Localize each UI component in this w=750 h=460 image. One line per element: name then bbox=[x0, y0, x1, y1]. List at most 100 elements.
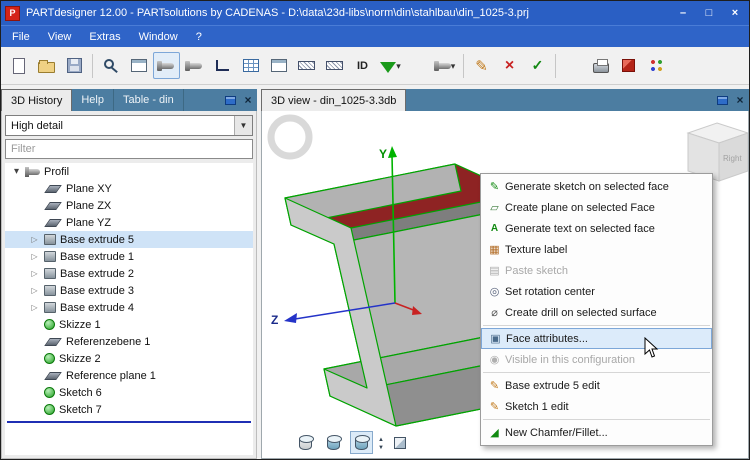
3d-viewport[interactable]: Y Z Right bbox=[261, 111, 749, 459]
menu-separator bbox=[483, 419, 710, 420]
main-toolbar: ID bbox=[1, 47, 749, 85]
sketch-editor-button[interactable] bbox=[153, 52, 180, 79]
menu-sketch-1-edit[interactable]: ✎Sketch 1 edit bbox=[481, 396, 712, 417]
tree-row-base-extrude-4[interactable]: Base extrude 4 bbox=[5, 299, 253, 316]
tree-row-sketch-7[interactable]: Sketch 7 bbox=[5, 401, 253, 418]
print-button[interactable] bbox=[587, 52, 614, 79]
detail-stepper[interactable] bbox=[378, 435, 384, 451]
dimension-button[interactable] bbox=[321, 52, 348, 79]
menu-file[interactable]: File bbox=[3, 28, 39, 46]
export-3d-button[interactable] bbox=[615, 52, 642, 79]
viewport-toolbar bbox=[294, 431, 412, 454]
tree-row-base-extrude-1[interactable]: Base extrude 1 bbox=[5, 248, 253, 265]
new-file-button[interactable] bbox=[5, 52, 32, 79]
expander-closed-icon[interactable] bbox=[29, 269, 40, 278]
undock-button[interactable] bbox=[221, 89, 239, 111]
wireframe-mode-button[interactable] bbox=[294, 431, 317, 454]
arrow-down-icon[interactable] bbox=[378, 443, 384, 451]
filter-input[interactable] bbox=[5, 139, 253, 159]
titlebar[interactable]: P PARTdesigner 12.00 - PARTsolutions by … bbox=[1, 1, 749, 25]
tree-row-skizze-1[interactable]: Skizze 1 bbox=[5, 316, 253, 333]
menu-help[interactable]: ? bbox=[187, 28, 211, 46]
id-button[interactable]: ID bbox=[349, 52, 376, 79]
tree-label: Profil bbox=[44, 166, 69, 178]
edit-button[interactable] bbox=[468, 52, 495, 79]
edit-pencil-icon: ✎ bbox=[484, 400, 505, 413]
menu-create-drill[interactable]: ⌀Create drill on selected surface bbox=[481, 302, 712, 323]
bounding-box-button[interactable] bbox=[389, 431, 412, 454]
expander-open-icon[interactable] bbox=[11, 166, 22, 177]
detail-level-select[interactable]: High detail bbox=[5, 115, 253, 136]
tab-3d-view[interactable]: 3D view - din_1025-3.3db bbox=[261, 89, 406, 111]
configuration-dropdown-button[interactable] bbox=[377, 52, 404, 79]
save-button[interactable] bbox=[61, 52, 88, 79]
maximize-icon[interactable] bbox=[699, 4, 719, 22]
table-view-button[interactable] bbox=[237, 52, 264, 79]
tree-row-sketch-6[interactable]: Sketch 6 bbox=[5, 384, 253, 401]
tree-row-reference-plane-1[interactable]: Reference plane 1 bbox=[5, 367, 253, 384]
tab-help[interactable]: Help bbox=[72, 89, 114, 111]
discard-button[interactable] bbox=[496, 52, 523, 79]
preview-button[interactable] bbox=[125, 52, 152, 79]
rotation-ring[interactable] bbox=[271, 118, 309, 156]
tree-row-skizze-2[interactable]: Skizze 2 bbox=[5, 350, 253, 367]
coordinate-axes-button[interactable] bbox=[209, 52, 236, 79]
paste-sketch-icon: ▤ bbox=[484, 264, 505, 277]
menu-face-attributes[interactable]: ▣Face attributes... bbox=[481, 328, 712, 349]
expander-closed-icon[interactable] bbox=[29, 303, 40, 312]
menu-new-chamfer-fillet[interactable]: ◢New Chamfer/Fillet... bbox=[481, 422, 712, 443]
open-button[interactable] bbox=[33, 52, 60, 79]
expander-closed-icon[interactable] bbox=[29, 235, 40, 244]
expander-closed-icon[interactable] bbox=[29, 286, 40, 295]
edit-pencil-icon: ✎ bbox=[484, 379, 505, 392]
app-icon: P bbox=[5, 6, 20, 21]
box-icon bbox=[394, 437, 406, 449]
screw-icon bbox=[436, 63, 451, 69]
minimize-icon[interactable] bbox=[673, 4, 693, 22]
tab-table-din[interactable]: Table - din bbox=[114, 89, 184, 111]
menu-create-plane[interactable]: ▱Create plane on selected Face bbox=[481, 197, 712, 218]
menu-extras[interactable]: Extras bbox=[80, 28, 129, 46]
menu-label: Set rotation center bbox=[505, 286, 595, 298]
shaded-mode-button[interactable] bbox=[322, 431, 345, 454]
tree-row-base-extrude-2[interactable]: Base extrude 2 bbox=[5, 265, 253, 282]
tree-row-base-extrude-3[interactable]: Base extrude 3 bbox=[5, 282, 253, 299]
zoom-button[interactable] bbox=[97, 52, 124, 79]
chevron-down-icon bbox=[451, 60, 456, 72]
measure-button[interactable] bbox=[293, 52, 320, 79]
part-select-dropdown-button[interactable] bbox=[432, 52, 459, 79]
menu-set-rotation-center[interactable]: ◎Set rotation center bbox=[481, 281, 712, 302]
tab-3d-history[interactable]: 3D History bbox=[1, 89, 72, 111]
window-view-button[interactable] bbox=[265, 52, 292, 79]
menu-window[interactable]: Window bbox=[130, 28, 187, 46]
table-grid-icon bbox=[243, 59, 259, 72]
tree-row-plane-zx[interactable]: Plane ZX bbox=[5, 197, 253, 214]
menu-label: Generate text on selected face bbox=[505, 223, 655, 235]
menu-generate-text[interactable]: AGenerate text on selected face bbox=[481, 218, 712, 239]
close-icon[interactable] bbox=[725, 4, 745, 22]
render-options-button[interactable] bbox=[643, 52, 670, 79]
apply-button[interactable] bbox=[524, 52, 551, 79]
menu-view[interactable]: View bbox=[39, 28, 81, 46]
tree-row-plane-yz[interactable]: Plane YZ bbox=[5, 214, 253, 231]
menu-label: Sketch 1 edit bbox=[505, 401, 569, 413]
tree-row-referenzebene-1[interactable]: Referenzebene 1 bbox=[5, 333, 253, 350]
tree-row-profil[interactable]: Profil bbox=[5, 163, 253, 180]
shaded-edges-mode-button[interactable] bbox=[350, 431, 373, 454]
tree-row-base-extrude-5[interactable]: Base extrude 5 bbox=[5, 231, 253, 248]
menu-texture-label[interactable]: ▦Texture label bbox=[481, 239, 712, 260]
green-check-icon bbox=[532, 57, 544, 74]
arrow-up-icon[interactable] bbox=[378, 435, 384, 443]
panel-close-icon[interactable] bbox=[239, 89, 257, 111]
expander-closed-icon[interactable] bbox=[29, 252, 40, 261]
generate-text-icon: A bbox=[484, 223, 505, 234]
menu-label: Create drill on selected surface bbox=[505, 307, 657, 319]
panel-close-icon[interactable] bbox=[731, 89, 749, 111]
menu-base-extrude-5-edit[interactable]: ✎Base extrude 5 edit bbox=[481, 375, 712, 396]
chevron-down-icon[interactable] bbox=[234, 116, 252, 135]
part-button[interactable] bbox=[181, 52, 208, 79]
tree-label: Reference plane 1 bbox=[66, 370, 156, 382]
menu-generate-sketch[interactable]: ✎Generate sketch on selected face bbox=[481, 176, 712, 197]
undock-button[interactable] bbox=[713, 89, 731, 111]
tree-row-plane-xy[interactable]: Plane XY bbox=[5, 180, 253, 197]
